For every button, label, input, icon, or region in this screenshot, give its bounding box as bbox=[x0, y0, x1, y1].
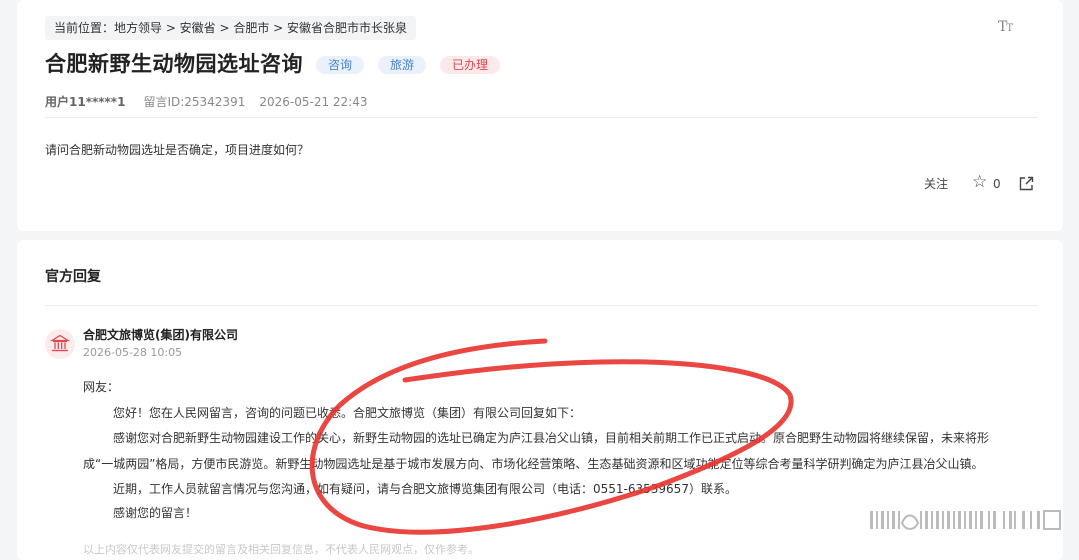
status-badge: 已办理 bbox=[440, 56, 501, 74]
reply-paragraph-1: 您好！您在人民网留言，咨询的问题已收悉。合肥文旅博览（集团）有限公司回复如下： bbox=[113, 406, 582, 420]
breadcrumb[interactable]: 当前位置：地方领导 > 安徽省 > 合肥市 > 安徽省合肥市市长张泉 bbox=[45, 16, 417, 40]
disclaimer-text: 以上内容仅代表网友提交的留言及相关回复信息，不代表人民网观点，仅作参考。 bbox=[83, 543, 479, 556]
reply-paragraph-3: 近期，工作人员就留言情况与您沟通，如有疑问，请与合肥文旅博览集团有限公司（电话：… bbox=[113, 482, 737, 496]
org-name[interactable]: 合肥文旅博览(集团)有限公司 bbox=[83, 326, 238, 343]
tag-consult[interactable]: 咨询 bbox=[316, 56, 365, 74]
reply-date: 2026-05-28 10:05 bbox=[83, 346, 183, 359]
share-icon[interactable] bbox=[1019, 176, 1034, 191]
font-size-icon[interactable]: TT bbox=[998, 19, 1013, 35]
tag-travel[interactable]: 旅游 bbox=[378, 56, 427, 74]
institution-icon bbox=[49, 334, 71, 352]
divider bbox=[45, 117, 1038, 118]
question-text: 请问合肥新动物园选址是否确定，项目进度如何？ bbox=[45, 143, 310, 157]
reply-paragraph-2b: 成“一城两园”格局，方便市民游览。新野生动物园选址是基于城市发展方向、市场化经营… bbox=[83, 457, 984, 471]
reply-section-title: 官方回复 bbox=[45, 269, 101, 285]
page-title: 合肥新野生动物园选址咨询 bbox=[45, 52, 303, 76]
divider bbox=[45, 305, 1038, 306]
like-count: 0 bbox=[993, 177, 1001, 191]
star-icon[interactable]: ☆ bbox=[972, 172, 987, 192]
post-meta: 用户11*****1 留言ID:25342391 2026-05-21 22:43 bbox=[45, 93, 367, 110]
barcode-watermark bbox=[870, 510, 1061, 530]
avatar bbox=[45, 329, 75, 359]
post-time: 2026-05-21 22:43 bbox=[259, 95, 368, 109]
reply-paragraph-4: 感谢您的留言！ bbox=[113, 506, 198, 520]
author-name[interactable]: 用户11*****1 bbox=[45, 95, 125, 109]
message-id: 留言ID:25342391 bbox=[143, 95, 246, 109]
follow-button[interactable]: 关注 bbox=[924, 175, 948, 192]
reply-greeting: 网友： bbox=[83, 380, 120, 394]
reply-paragraph-2a: 感谢您对合肥新野生动物园建设工作的关心，新野生动物园的选址已确定为庐江县冶父山镇… bbox=[113, 431, 990, 445]
font-size-small-t: T bbox=[1006, 23, 1013, 34]
